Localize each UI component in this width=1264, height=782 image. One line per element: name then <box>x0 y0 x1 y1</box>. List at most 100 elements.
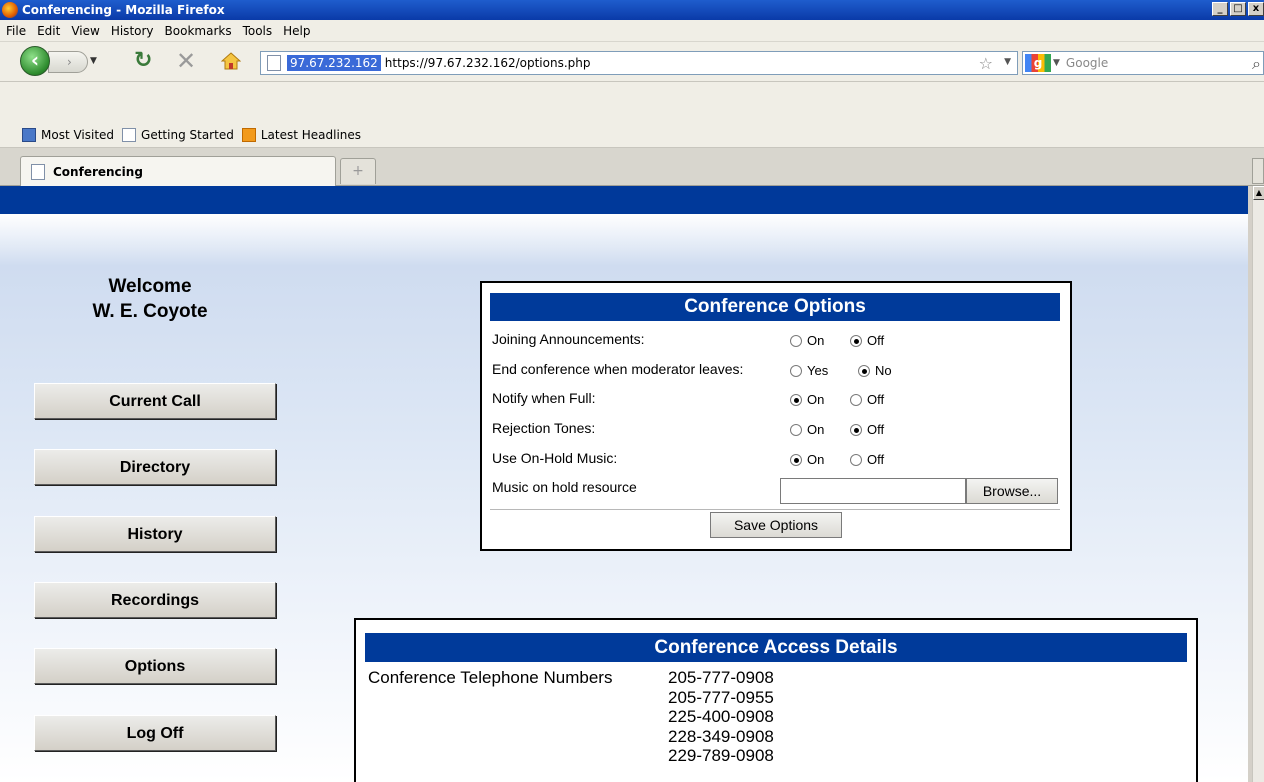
back-button[interactable]: ‹ <box>20 46 50 76</box>
joining-announcements-off-radio[interactable]: Off <box>850 333 884 348</box>
address-bar[interactable]: 97.67.232.162 https://97.67.232.162/opti… <box>260 51 1018 75</box>
radio-label: On <box>807 452 825 467</box>
joining-announcements-on-radio[interactable]: On <box>790 333 824 348</box>
notify-full-on-radio[interactable]: On <box>790 392 824 407</box>
stop-icon[interactable]: ✕ <box>176 49 196 73</box>
radio-dot <box>790 423 802 436</box>
menu-help[interactable]: Help <box>283 24 310 38</box>
end-conference-yes-radio[interactable]: Yes <box>790 363 828 378</box>
maximize-button[interactable]: □ <box>1230 2 1246 16</box>
site-identity-button[interactable]: 97.67.232.162 <box>287 55 381 71</box>
scroll-up-icon[interactable]: ▲ <box>1253 186 1264 200</box>
menu-bar: File Edit View History Bookmarks Tools H… <box>0 20 1264 42</box>
radio-label: On <box>807 422 825 437</box>
search-icon[interactable]: ⌕ <box>1252 54 1261 74</box>
save-options-button[interactable]: Save Options <box>710 512 842 538</box>
menu-tools[interactable]: Tools <box>243 24 273 38</box>
rejection-tones-on-radio[interactable]: On <box>790 422 824 437</box>
options-button[interactable]: Options <box>34 648 276 684</box>
option-label: Joining Announcements: <box>492 331 645 347</box>
tab-bar: Conferencing + <box>0 148 1264 186</box>
conference-options-panel: Conference Options Joining Announcements… <box>480 281 1072 551</box>
notify-full-row: Notify when Full: On Off <box>492 390 1062 412</box>
on-hold-music-on-radio[interactable]: On <box>790 452 824 467</box>
current-call-button[interactable]: Current Call <box>34 383 276 419</box>
history-dropdown-icon[interactable]: ▼ <box>90 56 97 66</box>
telephone-number: 229-789-0908 <box>668 746 774 765</box>
radio-label: Yes <box>807 363 829 378</box>
music-file-input[interactable] <box>780 478 966 504</box>
radio-dot <box>850 393 862 406</box>
tab-conferencing[interactable]: Conferencing <box>20 156 336 186</box>
url-text[interactable]: https://97.67.232.162/options.php <box>385 56 591 70</box>
menu-bookmarks[interactable]: Bookmarks <box>165 24 232 38</box>
on-hold-music-off-radio[interactable]: Off <box>850 452 884 467</box>
search-input[interactable]: Google <box>1066 56 1108 70</box>
radio-dot <box>790 364 802 377</box>
rejection-tones-off-radio[interactable]: Off <box>850 422 884 437</box>
bookmark-label: Getting Started <box>141 127 234 142</box>
radio-label: Off <box>867 333 885 348</box>
telephone-numbers-list: 205-777-0908 205-777-0955 225-400-0908 2… <box>668 668 774 766</box>
page-icon <box>267 55 281 71</box>
notify-full-off-radio[interactable]: Off <box>850 392 884 407</box>
menu-file[interactable]: File <box>6 24 26 38</box>
page-icon <box>122 127 137 142</box>
home-icon[interactable] <box>220 52 242 70</box>
tab-scroll-button[interactable] <box>1252 158 1264 184</box>
menu-edit[interactable]: Edit <box>37 24 60 38</box>
history-button[interactable]: History <box>34 516 276 552</box>
option-label: Rejection Tones: <box>492 420 596 436</box>
search-engine-dropdown-icon[interactable]: ▼ <box>1053 58 1060 68</box>
rss-icon <box>241 127 256 142</box>
google-icon[interactable]: g <box>1025 54 1051 72</box>
directory-button[interactable]: Directory <box>34 449 276 485</box>
radio-label: On <box>807 333 825 348</box>
conference-access-title: Conference Access Details <box>365 633 1187 662</box>
radio-dot <box>850 423 862 436</box>
navigation-toolbar: › ‹ ▼ ↻ ✕ 97.67.232.162 https://97.67.23… <box>0 42 1264 82</box>
forward-button[interactable]: › <box>48 51 88 73</box>
radio-dot <box>850 334 862 347</box>
menu-history[interactable]: History <box>111 24 154 38</box>
vertical-scrollbar[interactable]: ▲ <box>1252 186 1264 782</box>
page-icon <box>31 163 45 180</box>
radio-dot <box>790 453 802 466</box>
header-stripe <box>0 186 1248 214</box>
close-button[interactable]: x <box>1248 2 1264 16</box>
radio-dot <box>790 393 802 406</box>
option-label: Notify when Full: <box>492 390 596 406</box>
telephone-numbers-label: Conference Telephone Numbers <box>368 668 613 687</box>
minimize-button[interactable]: _ <box>1212 2 1228 16</box>
conference-options-title: Conference Options <box>490 293 1060 321</box>
menu-view[interactable]: View <box>71 24 99 38</box>
bookmark-most-visited[interactable]: Most Visited <box>22 127 114 142</box>
page-content: Welcome W. E. Coyote Current Call Direct… <box>0 186 1248 782</box>
telephone-number: 205-777-0955 <box>668 687 774 707</box>
log-off-button[interactable]: Log Off <box>34 715 276 751</box>
bookmark-getting-started[interactable]: Getting Started <box>122 127 234 142</box>
option-label: Use On-Hold Music: <box>492 450 618 466</box>
radio-label: Off <box>867 392 885 407</box>
bookmark-star-icon[interactable]: ☆ <box>979 54 993 73</box>
radio-label: Off <box>867 452 885 467</box>
bookmark-label: Latest Headlines <box>260 127 362 142</box>
browse-button[interactable]: Browse... <box>966 478 1058 504</box>
end-conference-no-radio[interactable]: No <box>858 363 892 378</box>
welcome-message: Welcome W. E. Coyote <box>60 274 240 324</box>
tab-label: Conferencing <box>53 164 143 179</box>
rejection-tones-row: Rejection Tones: On Off <box>492 420 1062 442</box>
recordings-button[interactable]: Recordings <box>34 582 276 618</box>
url-dropdown-icon[interactable]: ▼ <box>1004 57 1011 67</box>
radio-label: No <box>875 363 892 378</box>
window-controls: _ □ x <box>1210 2 1264 16</box>
telephone-number: 225-400-0908 <box>668 707 774 726</box>
search-bar[interactable]: g ▼ Google ⌕ <box>1022 51 1264 75</box>
reload-icon[interactable]: ↻ <box>134 50 152 72</box>
welcome-heading: Welcome <box>108 276 192 297</box>
option-label: End conference when moderator leaves: <box>492 361 744 377</box>
bookmark-latest-headlines[interactable]: Latest Headlines <box>241 127 362 142</box>
new-tab-button[interactable]: + <box>340 158 376 184</box>
radio-dot <box>790 334 802 347</box>
bookmarks-toolbar: Most Visited Getting Started Latest Head… <box>0 122 1264 148</box>
